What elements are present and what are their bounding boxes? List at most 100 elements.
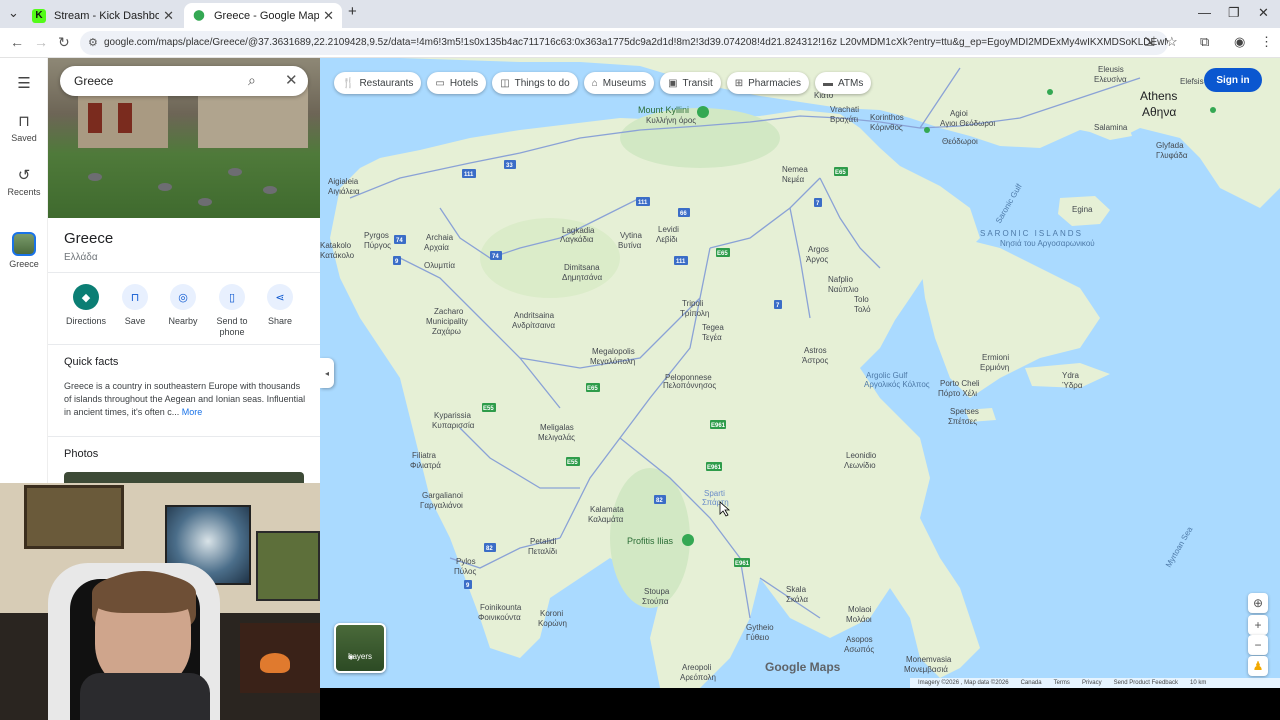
zoom-in-button[interactable]: + xyxy=(1248,615,1268,635)
place-subtitle: Ελλάδα xyxy=(64,252,98,263)
shield-e55: E55 xyxy=(483,406,494,412)
rail-label: Saved xyxy=(11,133,37,143)
close-tab-icon[interactable]: ✕ xyxy=(323,8,334,24)
new-tab-icon[interactable]: + xyxy=(348,3,357,20)
zoom-out-button[interactable]: − xyxy=(1248,635,1268,655)
label-nafplio: Nafplio xyxy=(828,275,853,284)
minus-icon: − xyxy=(1254,638,1262,652)
profile-icon[interactable]: ◉ xyxy=(1234,34,1245,50)
chip-label: ATMs xyxy=(837,77,864,89)
tab-title: Greece - Google Maps xyxy=(214,9,320,22)
footer-scale[interactable]: 10 km xyxy=(1190,680,1206,686)
reload-icon[interactable]: ↻ xyxy=(58,34,70,51)
footer-feedback[interactable]: Send Product Feedback xyxy=(1114,680,1178,686)
search-icon[interactable]: ⌕ xyxy=(248,72,256,89)
label-tegea: Tegea xyxy=(702,323,724,332)
chip-transit[interactable]: ▣ Transit xyxy=(660,72,721,94)
footer-region[interactable]: Canada xyxy=(1021,680,1042,686)
divider xyxy=(48,344,320,345)
tab-google-maps[interactable]: ⬤ Greece - Google Maps ✕ xyxy=(184,3,342,28)
chevron-left-icon: ◂ xyxy=(324,368,329,378)
share-button[interactable]: ⋖ Share xyxy=(253,284,307,327)
chrome-menu-icon[interactable]: ⋮ xyxy=(1260,34,1273,50)
chip-restaurants[interactable]: 🍴 Restaurants xyxy=(334,72,422,94)
label-ermioni: Ermioni xyxy=(982,353,1009,362)
label-argos: Argos xyxy=(808,245,829,254)
sign-in-button[interactable]: Sign in xyxy=(1204,68,1262,92)
label-vytina-gr: Βυτίνα xyxy=(618,241,642,250)
shield-111: 111 xyxy=(676,259,686,265)
label-foinikounta-gr: Φοινικούντα xyxy=(478,613,521,622)
place-hero-photo[interactable]: Greece ⌕ ✕ xyxy=(48,58,320,218)
back-icon[interactable]: ← xyxy=(10,34,24,50)
label-korinthos: Korinthos xyxy=(870,113,904,122)
extensions-icon[interactable]: ⧉ xyxy=(1200,34,1209,50)
recent-place-greece[interactable]: Greece xyxy=(0,232,48,269)
directions-button[interactable]: ◆ Directions xyxy=(59,284,113,327)
map-canvas[interactable]: 33 111 111 74 74 9 111 66 7 E65 E65 7 E6… xyxy=(320,58,1280,688)
bookmark-icon: ⊓ xyxy=(18,113,30,130)
label-argos-gr: Άργος xyxy=(806,255,828,264)
chip-label: Museums xyxy=(602,77,647,89)
site-info-icon[interactable]: ⚙ xyxy=(88,31,98,55)
search-input[interactable]: Greece xyxy=(74,74,113,88)
bookmark-star-icon[interactable]: ☆ xyxy=(1166,34,1178,50)
restore-icon[interactable]: ❐ xyxy=(1228,5,1240,21)
chip-museums[interactable]: ⌂ Museums xyxy=(583,72,655,94)
map-drawing: 33 111 111 74 74 9 111 66 7 E65 E65 7 E6… xyxy=(320,58,1280,688)
chip-hotels[interactable]: ▭ Hotels xyxy=(427,72,487,94)
menu-button[interactable]: ☰ xyxy=(0,74,48,95)
install-app-icon[interactable]: ⇲ xyxy=(1144,34,1155,50)
shield-e65: E65 xyxy=(835,170,846,176)
label-stoupa-gr: Στούπα xyxy=(642,597,669,606)
pegman-button[interactable]: ♟ xyxy=(1248,656,1268,676)
label-tripoli-gr: Τρίπολη xyxy=(680,309,709,318)
label-tegea-gr: Τεγέα xyxy=(702,333,722,342)
chip-label: Restaurants xyxy=(359,77,414,89)
label-lagkadia: Lagkadia xyxy=(562,226,595,235)
close-window-icon[interactable]: ✕ xyxy=(1258,5,1269,21)
google-maps-logo: Google Maps xyxy=(765,660,841,674)
label-nafplio-gr: Ναύπλιο xyxy=(828,285,859,294)
my-location-button[interactable]: ⊕ xyxy=(1248,593,1268,613)
label-portocheli: Porto Cheli xyxy=(940,379,980,388)
forward-icon[interactable]: → xyxy=(34,34,48,50)
footer-terms[interactable]: Terms xyxy=(1054,680,1070,686)
photo-thumbnail[interactable] xyxy=(64,472,304,483)
label-aigio: Aigialeia xyxy=(328,177,359,186)
send-to-phone-button[interactable]: ▯ Send to phone xyxy=(205,284,259,338)
label-lagkadia-gr: Λαγκάδια xyxy=(560,235,594,244)
search-box[interactable]: Greece ⌕ ✕ xyxy=(60,66,308,96)
park-pin-icon xyxy=(1047,89,1053,95)
nearby-button[interactable]: ◎ Nearby xyxy=(156,284,210,327)
saved-button[interactable]: ⊓ Saved xyxy=(0,112,48,143)
chip-things-to-do[interactable]: ◫ Things to do xyxy=(492,72,578,94)
collapse-panel-button[interactable]: ◂ xyxy=(320,358,334,388)
chip-pharmacies[interactable]: ⊞ Pharmacies xyxy=(726,72,809,94)
recents-button[interactable]: ↺ Recents xyxy=(0,166,48,197)
layers-button[interactable]: ◈ Layers xyxy=(334,623,386,673)
bookmark-icon: ⊓ xyxy=(122,284,148,310)
address-bar[interactable]: ⚙ google.com/maps/place/Greece/@37.36316… xyxy=(80,31,1168,55)
label-skala: Skala xyxy=(786,585,807,594)
shield-74: 74 xyxy=(492,254,499,260)
close-tab-icon[interactable]: ✕ xyxy=(163,8,174,24)
tab-kick-dashboard[interactable]: K Stream - Kick Dashboard ✕ xyxy=(24,3,182,28)
label-sparti: Sparti xyxy=(704,489,725,498)
minimize-icon[interactable]: — xyxy=(1198,5,1211,20)
save-button[interactable]: ⊓ Save xyxy=(108,284,162,327)
label-elefsis: Elefsis xyxy=(1180,77,1204,86)
close-icon[interactable]: ✕ xyxy=(285,71,298,89)
chip-atms[interactable]: ▬ ATMs xyxy=(814,72,872,94)
label-meligalas: Meligalas xyxy=(540,423,574,432)
tab-search-icon[interactable]: ⌄ xyxy=(8,5,19,21)
label-athens-gr: Αθηνα xyxy=(1142,105,1176,119)
footer-privacy[interactable]: Privacy xyxy=(1082,680,1102,686)
label-kyparissia: Kyparissia xyxy=(434,411,471,420)
browser-toolbar: ← → ↻ ⚙ google.com/maps/place/Greece/@37… xyxy=(0,28,1280,58)
more-link[interactable]: More xyxy=(182,407,203,417)
label-koroni: Koroni xyxy=(540,609,563,618)
label-areopoli-gr: Αρεόπολη xyxy=(680,673,716,682)
footer-attribution: Imagery ©2026 , Map data ©2026 xyxy=(918,680,1009,686)
door xyxy=(88,103,102,133)
